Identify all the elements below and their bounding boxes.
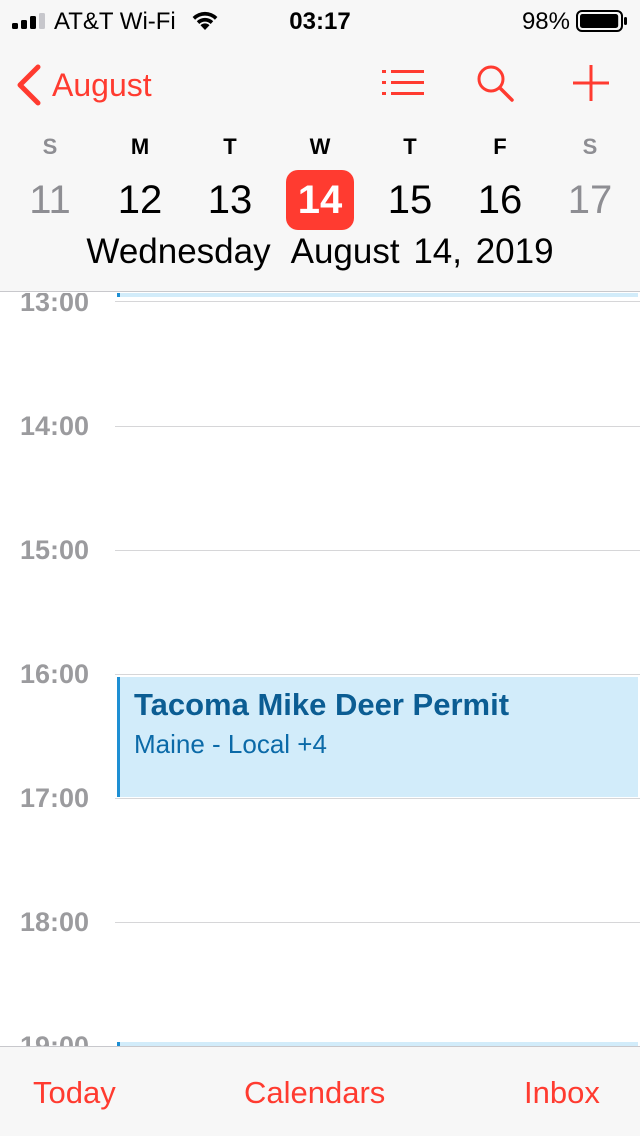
battery-icon [576,10,627,32]
hour-gridline [115,922,640,923]
day-timeline[interactable]: 13:00 14:00 15:00 16:00 17:00 18:00 19:0… [0,293,640,1046]
back-to-month-button[interactable]: August [14,62,152,108]
day-monday[interactable]: M 12 [105,132,175,232]
hour-label: 13:00 [20,293,90,317]
hour-label: 16:00 [20,659,90,689]
status-bar: AT&T Wi-Fi 03:17 98% [0,0,640,40]
day-number: 12 [117,178,163,222]
day-thursday[interactable]: T 15 [375,132,445,232]
calendar-header: AT&T Wi-Fi 03:17 98% August S 11 M 12 T … [0,0,640,292]
day-number: 16 [477,178,523,222]
hour-gridline [115,550,640,551]
hour-label: 18:00 [20,907,90,937]
calendar-event[interactable]: Tacoma Mike Deer Permit Maine - Local +4 [117,677,638,797]
day-letter: S [42,134,58,159]
selected-full-date: August 14, 2019 [290,232,554,271]
today-button[interactable]: Today [33,1075,116,1111]
inbox-button[interactable]: Inbox [524,1075,600,1111]
day-letter: W [309,134,331,159]
day-tuesday[interactable]: T 13 [195,132,265,232]
battery-percentage: 98% [521,8,570,35]
day-number: 15 [387,178,433,222]
day-number: 17 [567,178,613,222]
hour-gridline [115,426,640,427]
event-location: Maine - Local +4 [134,729,327,759]
day-letter: S [582,134,598,159]
selected-weekday: Wednesday [86,232,271,271]
selected-day-number: 14 [286,170,354,230]
day-saturday[interactable]: S 17 [555,132,625,232]
chevron-left-icon [17,64,41,106]
hour-label: 17:00 [20,783,90,813]
back-button-label: August [52,66,152,103]
add-event-icon[interactable] [568,62,614,104]
event-continuation-top[interactable] [117,293,638,297]
selected-date-title: Wednesday August 14, 2019 [0,232,640,272]
hour-label: 14:00 [20,411,90,441]
day-letter: M [130,134,150,159]
bottom-toolbar: Today Calendars Inbox [0,1046,640,1136]
day-wednesday-selected[interactable]: W 14 [285,132,355,232]
day-letter: T [403,134,417,159]
hour-label: 19:00 [20,1031,90,1046]
list-icon[interactable] [380,62,426,104]
hour-gridline [115,798,640,799]
hour-gridline [115,674,640,675]
search-icon[interactable] [472,62,518,104]
day-friday[interactable]: F 16 [465,132,535,232]
calendars-button[interactable]: Calendars [244,1075,385,1111]
hour-label: 15:00 [20,535,90,565]
day-number: 13 [207,178,253,222]
day-letter: F [493,134,507,159]
hour-gridline [115,301,640,302]
event-title: Tacoma Mike Deer Permit [134,687,510,722]
day-number: 11 [29,178,71,222]
day-sunday[interactable]: S 11 [15,132,85,232]
day-letter: T [223,134,237,159]
week-strip: S 11 M 12 T 13 W 14 T 15 F 16 S 17 [5,132,635,232]
